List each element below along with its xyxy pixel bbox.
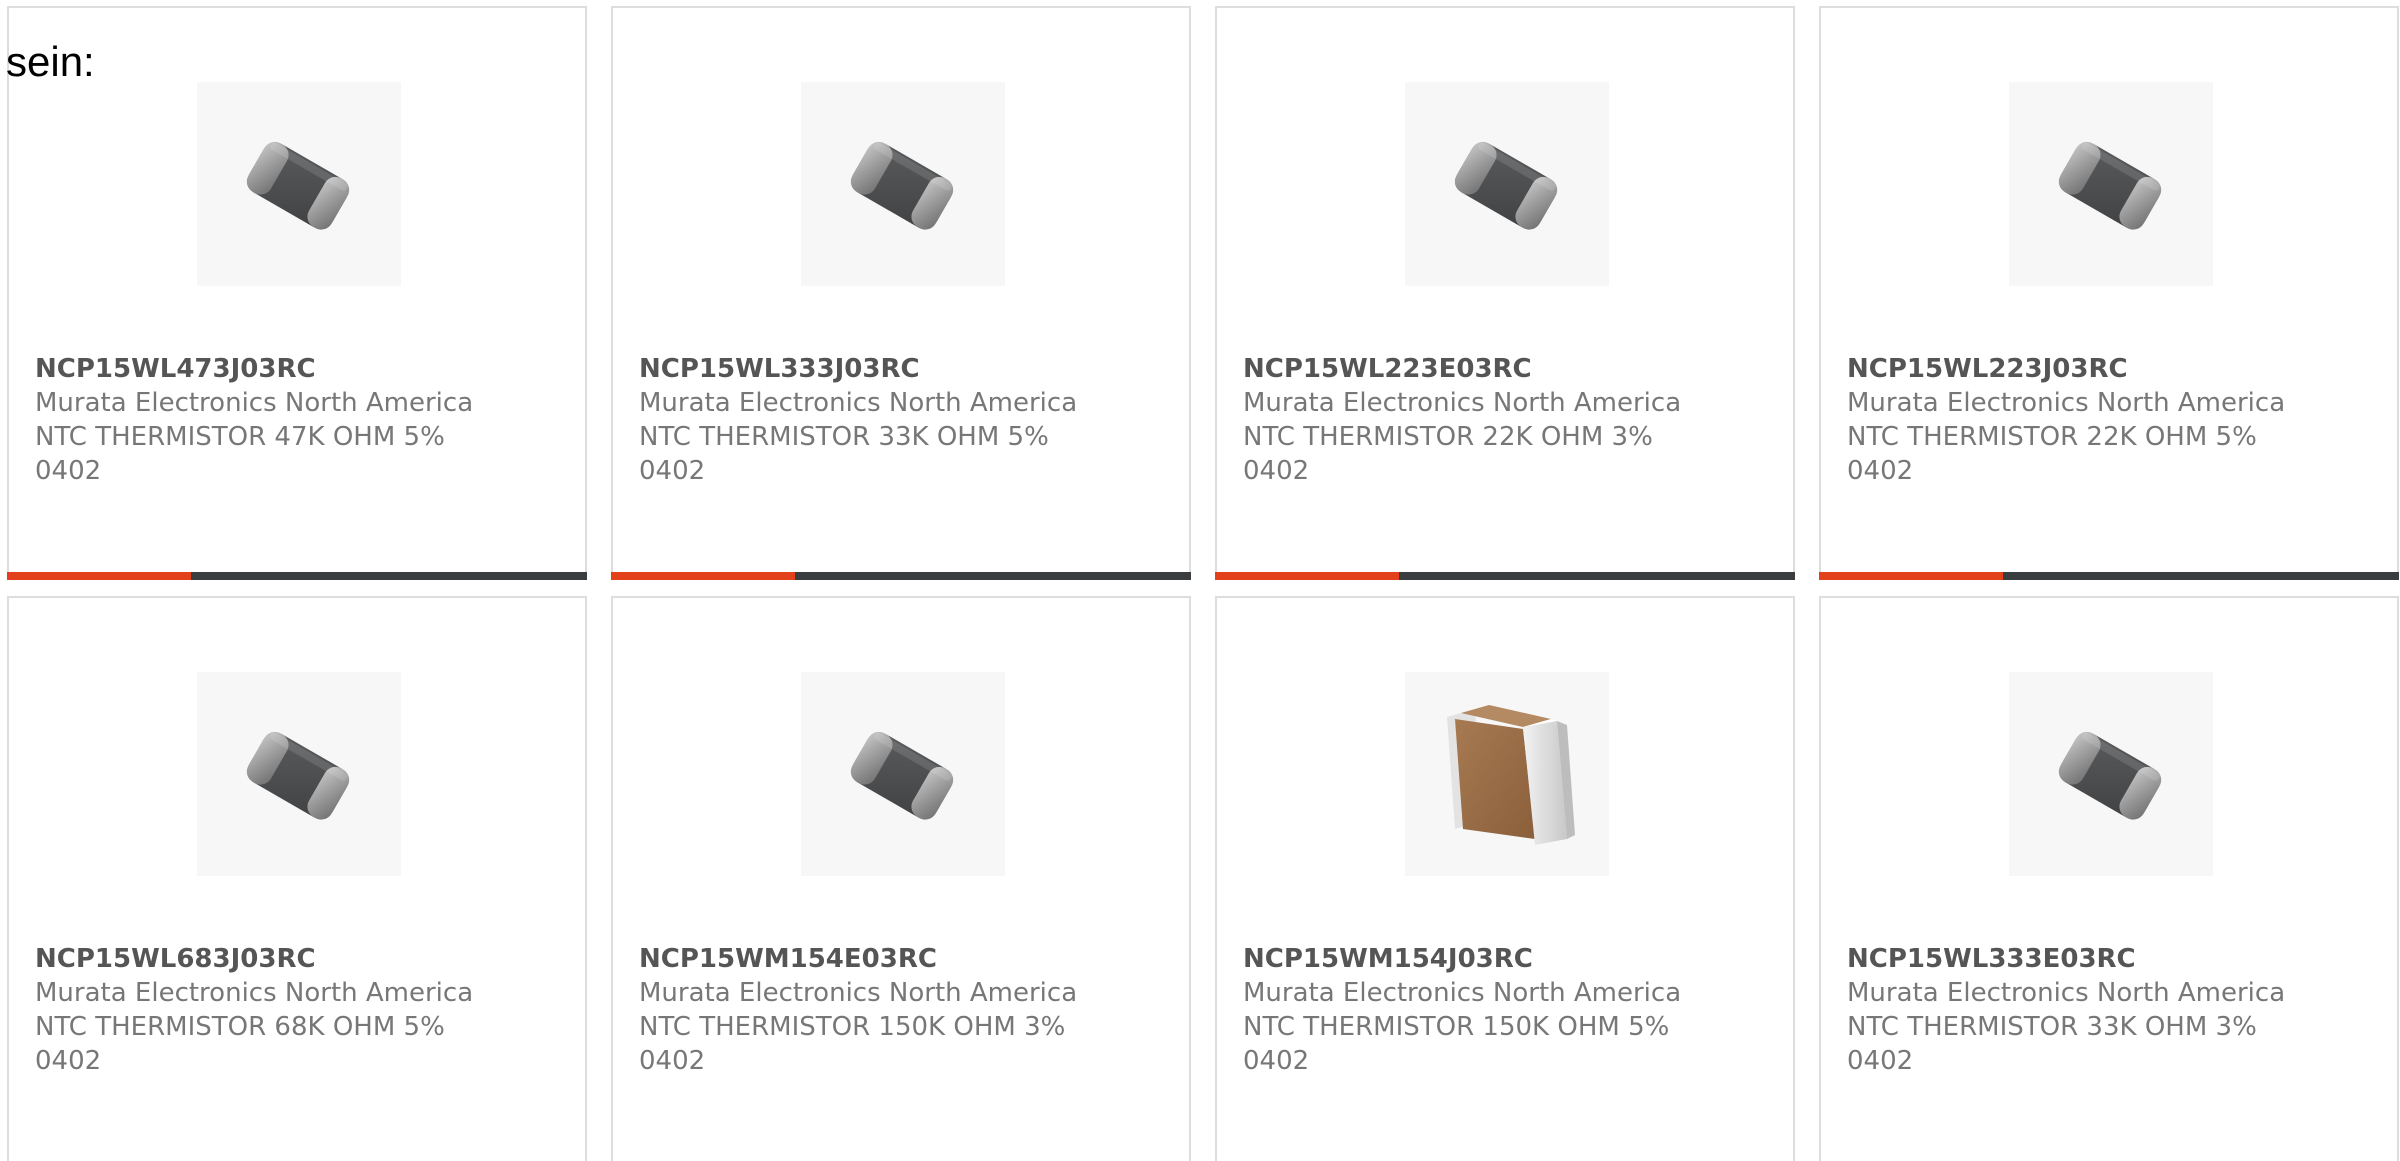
product-listing-page: sein: NCP15WL473J03RC Murata Electronics… (0, 0, 2400, 1161)
product-card[interactable]: NCP15WL223E03RC Murata Electronics North… (1215, 6, 1795, 580)
card-bar-accent (1819, 572, 2003, 580)
product-card[interactable]: NCP15WM154E03RC Murata Electronics North… (611, 596, 1191, 1161)
part-number-link[interactable]: NCP15WL333J03RC (639, 352, 1079, 386)
manufacturer-name: Murata Electronics North America (1243, 388, 1682, 418)
product-card[interactable]: NCP15WL223J03RC Murata Electronics North… (1819, 6, 2399, 580)
part-number-link[interactable]: NCP15WL223J03RC (1847, 352, 2287, 386)
manufacturer-name: Murata Electronics North America (35, 978, 474, 1008)
card-bottom-bar (611, 572, 1191, 580)
product-text: NCP15WL223E03RC Murata Electronics North… (1243, 352, 1683, 488)
brown-smd-component-image (1447, 705, 1575, 845)
product-card[interactable]: NCP15WL473J03RC Murata Electronics North… (7, 6, 587, 580)
part-number-link[interactable]: NCP15WL683J03RC (35, 942, 475, 976)
product-text: NCP15WL223J03RC Murata Electronics North… (1847, 352, 2287, 488)
product-text: NCP15WM154E03RC Murata Electronics North… (639, 942, 1079, 1078)
gray-smd-thermistor-image (850, 731, 954, 820)
product-card[interactable]: NCP15WM154J03RC Murata Electronics North… (1215, 596, 1795, 1161)
product-description: NTC THERMISTOR 33K OHM 3% 0402 (1847, 1012, 2257, 1076)
product-text: NCP15WL333J03RC Murata Electronics North… (639, 352, 1079, 488)
product-card[interactable]: NCP15WL333J03RC Murata Electronics North… (611, 6, 1191, 580)
gray-smd-thermistor-image (2058, 731, 2162, 820)
product-text: NCP15WL473J03RC Murata Electronics North… (35, 352, 475, 488)
product-image[interactable] (197, 82, 401, 286)
part-number-link[interactable]: NCP15WM154J03RC (1243, 942, 1683, 976)
manufacturer-name: Murata Electronics North America (639, 978, 1078, 1008)
product-description: NTC THERMISTOR 150K OHM 3% 0402 (639, 1012, 1066, 1076)
manufacturer-name: Murata Electronics North America (1847, 388, 2286, 418)
product-description: NTC THERMISTOR 33K OHM 5% 0402 (639, 422, 1049, 486)
product-card[interactable]: NCP15WL683J03RC Murata Electronics North… (7, 596, 587, 1161)
part-number-link[interactable]: NCP15WL223E03RC (1243, 352, 1683, 386)
product-description: NTC THERMISTOR 150K OHM 5% 0402 (1243, 1012, 1670, 1076)
product-description: NTC THERMISTOR 22K OHM 3% 0402 (1243, 422, 1653, 486)
product-image[interactable] (801, 82, 1005, 286)
card-bottom-bar (7, 572, 587, 580)
part-number-link[interactable]: NCP15WM154E03RC (639, 942, 1079, 976)
card-bottom-bar (1819, 572, 2399, 580)
gray-smd-thermistor-image (246, 141, 350, 230)
product-grid: NCP15WL473J03RC Murata Electronics North… (7, 6, 2399, 1161)
product-text: NCP15WM154J03RC Murata Electronics North… (1243, 942, 1683, 1078)
part-number-link[interactable]: NCP15WL333E03RC (1847, 942, 2287, 976)
product-description: NTC THERMISTOR 47K OHM 5% 0402 (35, 422, 445, 486)
manufacturer-name: Murata Electronics North America (1847, 978, 2286, 1008)
gray-smd-thermistor-image (246, 731, 350, 820)
product-image[interactable] (1405, 82, 1609, 286)
product-image[interactable] (2009, 82, 2213, 286)
product-image[interactable] (197, 672, 401, 876)
gray-smd-thermistor-image (2058, 141, 2162, 230)
part-number-link[interactable]: NCP15WL473J03RC (35, 352, 475, 386)
product-card[interactable]: NCP15WL333E03RC Murata Electronics North… (1819, 596, 2399, 1161)
card-bar-accent (7, 572, 191, 580)
lead-text: sein: (6, 38, 95, 85)
product-image[interactable] (1405, 672, 1609, 876)
gray-smd-thermistor-image (1454, 141, 1558, 230)
card-bar-accent (1215, 572, 1399, 580)
manufacturer-name: Murata Electronics North America (35, 388, 474, 418)
product-image[interactable] (2009, 672, 2213, 876)
manufacturer-name: Murata Electronics North America (639, 388, 1078, 418)
product-description: NTC THERMISTOR 22K OHM 5% 0402 (1847, 422, 2257, 486)
product-image[interactable] (801, 672, 1005, 876)
manufacturer-name: Murata Electronics North America (1243, 978, 1682, 1008)
product-text: NCP15WL333E03RC Murata Electronics North… (1847, 942, 2287, 1078)
card-bottom-bar (1215, 572, 1795, 580)
gray-smd-thermistor-image (850, 141, 954, 230)
product-description: NTC THERMISTOR 68K OHM 5% 0402 (35, 1012, 445, 1076)
card-bar-accent (611, 572, 795, 580)
product-text: NCP15WL683J03RC Murata Electronics North… (35, 942, 475, 1078)
